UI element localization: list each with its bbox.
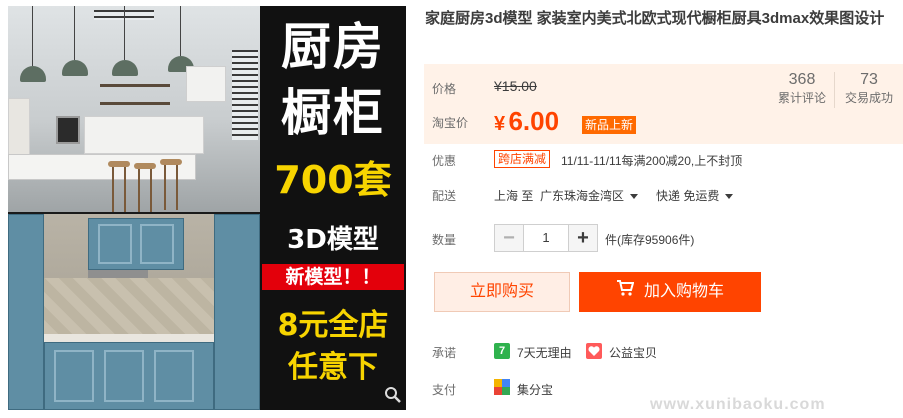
add-to-cart-button[interactable]: 加入购物车 xyxy=(579,272,761,312)
zoom-search-icon[interactable] xyxy=(384,386,402,404)
promo-price-currency: ¥ xyxy=(494,113,506,135)
quantity-input[interactable]: 1 xyxy=(523,225,569,251)
promo-price-value: 6.00 xyxy=(508,106,560,136)
promotion-description: 11/11-11/11每满200减20,上不封顶 xyxy=(561,154,743,168)
banner-new-text: 新模型！！ xyxy=(285,266,381,288)
chevron-down-icon xyxy=(630,194,639,200)
kitchen-photo-blue xyxy=(8,214,260,410)
seven-day-return-icon: 7 xyxy=(494,343,510,359)
promo-price-label: 淘宝价 xyxy=(432,116,469,130)
promotion-label: 优惠 xyxy=(432,154,457,168)
stock-info: 件(库存95906件) xyxy=(605,233,695,247)
ship-method-text: 快递 免运费 xyxy=(656,189,720,203)
banner-count: 700套 xyxy=(274,158,392,202)
quantity-increase-button[interactable]: + xyxy=(569,225,597,251)
ship-method-select[interactable]: 快递 免运费 xyxy=(656,187,734,204)
banner-3d-model: 3D模型 xyxy=(287,225,379,255)
cart-icon xyxy=(616,272,635,312)
promo-banner: 厨房 橱柜 700套 3D模型 新模型！！ 8元全店 任意下 xyxy=(260,6,406,410)
quantity-stepper: − 1 + xyxy=(494,224,598,252)
quantity-label: 数量 xyxy=(432,233,457,247)
sales-label: 交易成功 xyxy=(844,91,893,105)
price-label: 价格 xyxy=(432,82,457,96)
original-price: ¥15.00 xyxy=(494,78,537,94)
sales-stat: 73 交易成功 xyxy=(834,70,903,106)
charity-heart-icon xyxy=(586,343,602,359)
banner-title-kitchen: 厨房 xyxy=(281,18,385,76)
jifenbao-icon xyxy=(494,379,510,395)
cross-store-discount-tag[interactable]: 跨店满减 xyxy=(494,150,551,168)
promise-label: 承诺 xyxy=(432,346,457,360)
new-arrival-badge: 新品上新 xyxy=(582,116,637,134)
banner-title-cabinet: 橱柜 xyxy=(281,84,385,142)
jifenbao-link[interactable]: 集分宝 xyxy=(517,381,553,398)
buy-now-button[interactable]: 立即购买 xyxy=(434,272,570,312)
banner-sale-line2: 任意下 xyxy=(288,350,378,385)
reviews-label: 累计评论 xyxy=(777,91,826,105)
chevron-down-icon xyxy=(725,194,734,200)
reviews-count: 368 xyxy=(788,71,816,88)
charity-link[interactable]: 公益宝贝 xyxy=(609,344,657,361)
product-main-image[interactable]: 厨房 橱柜 700套 3D模型 新模型！！ 8元全店 任意下 xyxy=(8,6,406,410)
ship-destination-select[interactable]: 广东珠海金湾区 xyxy=(540,187,639,204)
reviews-stat[interactable]: 368 累计评论 xyxy=(767,70,837,106)
banner-sale-line1: 8元全店 xyxy=(277,308,389,343)
quantity-decrease-button[interactable]: − xyxy=(495,225,523,251)
seven-day-return-link[interactable]: 7天无理由 xyxy=(517,344,572,361)
site-watermark: www.xunibaoku.com xyxy=(650,396,826,413)
payment-label: 支付 xyxy=(432,383,457,397)
add-to-cart-label: 加入购物车 xyxy=(643,283,724,301)
ship-destination-text: 广东珠海金湾区 xyxy=(540,189,625,203)
product-title: 家庭厨房3d模型 家装室内美式北欧式现代橱柜厨具3dmax效果图设计 xyxy=(425,10,885,27)
promo-price: ¥ 6.00 xyxy=(494,106,559,137)
sales-count: 73 xyxy=(860,71,878,88)
kitchen-photo-white xyxy=(8,6,260,212)
shipping-label: 配送 xyxy=(432,189,457,203)
price-panel: 价格 ¥15.00 淘宝价 ¥ 6.00 新品上新 368 累计评论 73 交易… xyxy=(424,64,903,144)
ship-from: 上海 至 xyxy=(494,189,534,203)
